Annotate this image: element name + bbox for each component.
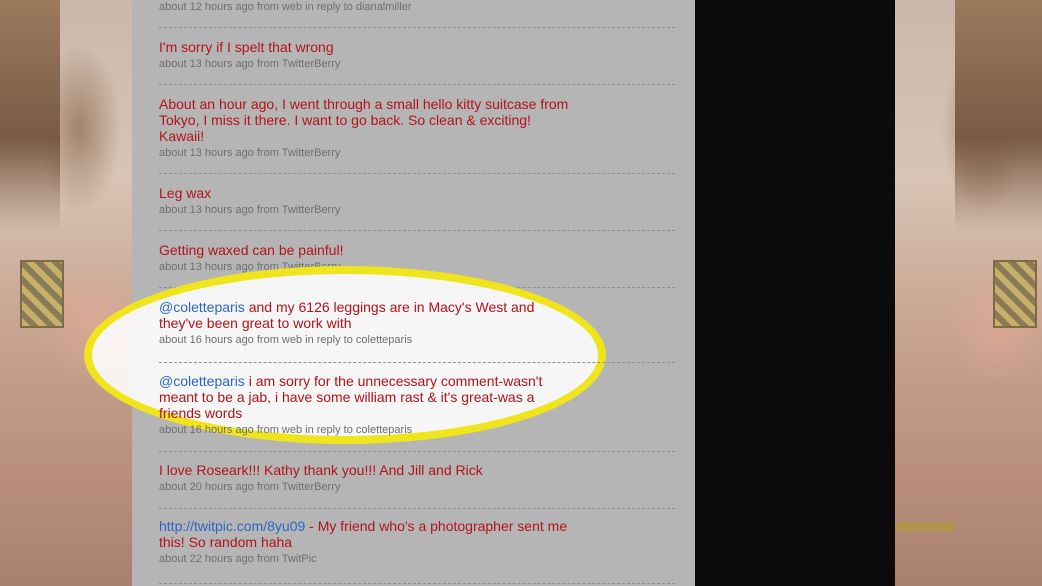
sidebar-background	[695, 0, 895, 586]
tweet-text: I'm sorry if I spelt that wrong	[159, 39, 334, 55]
tweet-meta: about 16 hours ago from web in reply to …	[159, 424, 413, 436]
tweet-meta: about 22 hours ago from TwitPic	[159, 553, 317, 565]
tweet-text: About an hour ago, I went through a smal…	[159, 96, 569, 144]
background-photo-left	[0, 0, 132, 586]
tweet-meta: about 13 hours ago from TwitterBerry	[159, 204, 341, 216]
tweet-text: @coletteparis and my 6126 leggings are i…	[159, 299, 535, 331]
tweet-item: I love Roseark!!! Kathy thank you!!! And…	[159, 452, 675, 509]
tweet-item: @coletteparis and my 6126 leggings are i…	[159, 290, 675, 363]
tweet-meta: about 20 hours ago from TwitterBerry	[159, 481, 341, 493]
tweet-item: I'm sorry if I spelt that wrong about 13…	[159, 28, 675, 85]
tweet-item: http://twitpic.com/8yu09 - My friend who…	[159, 509, 675, 584]
ring-image	[993, 260, 1037, 328]
tweet-meta: about 13 hours ago from TwitterBerry	[159, 58, 341, 70]
ring-image	[20, 260, 64, 328]
mention-link[interactable]: @coletteparis	[159, 299, 245, 315]
mention-link[interactable]: @coletteparis	[159, 373, 245, 389]
hair-shape	[955, 0, 1042, 230]
tweet-text: Getting waxed can be painful!	[159, 242, 344, 258]
hair-shape	[0, 0, 60, 230]
tweet-text: I love Roseark!!! Kathy thank you!!! And…	[159, 462, 483, 478]
tweet-item: about 12 hours ago from web in reply to …	[159, 1, 675, 28]
tweet-meta: about 12 hours ago from web in reply to …	[159, 1, 412, 13]
tweet-meta: about 16 hours ago from web in reply to …	[159, 334, 413, 346]
tweet-item: Leg wax about 13 hours ago from TwitterB…	[159, 174, 675, 231]
tweet-list: about 12 hours ago from web in reply to …	[159, 0, 675, 288]
bracelet-image	[895, 522, 955, 532]
tweet-text: http://twitpic.com/8yu09 - My friend who…	[159, 518, 568, 550]
twitpic-link[interactable]: http://twitpic.com/8yu09	[159, 518, 305, 534]
tweet-text: @coletteparis i am sorry for the unneces…	[159, 373, 543, 421]
tweet-meta: about 13 hours ago from TwitterBerry	[159, 147, 341, 159]
tweet-text: Leg wax	[159, 185, 212, 201]
tweet-item: About an hour ago, I went through a smal…	[159, 85, 675, 174]
tweet-item: @coletteparis i am sorry for the unneces…	[159, 363, 675, 452]
background-photo-right	[895, 0, 1042, 586]
